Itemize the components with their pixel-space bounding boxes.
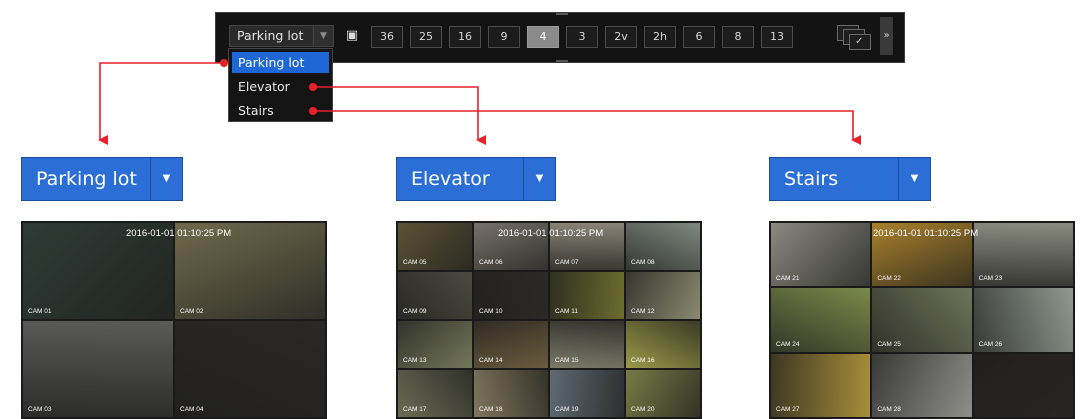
camera-name-label: CAM 11 bbox=[555, 308, 578, 315]
camera-group-select[interactable]: Parking lot ▼ bbox=[229, 25, 334, 47]
camera-tile[interactable]: CAM 03 bbox=[23, 321, 173, 417]
chevron-down-icon[interactable]: ▼ bbox=[150, 158, 182, 200]
camera-tile[interactable]: CAM 13 bbox=[398, 321, 472, 368]
camera-name-label: CAM 10 bbox=[479, 308, 503, 315]
camera-name-label: CAM 17 bbox=[403, 406, 427, 413]
camera-name-label: CAM 09 bbox=[403, 308, 427, 315]
camera-name-label: CAM 03 bbox=[28, 406, 52, 413]
camera-tile[interactable]: CAM 08 bbox=[626, 223, 700, 270]
split-button-25[interactable]: 25 bbox=[410, 26, 442, 48]
camera-grid-elevator: CAM 05 CAM 06 CAM 07 CAM 08 CAM 09 CAM 10 CAM … bbox=[396, 221, 702, 419]
group-label-text: Elevator bbox=[411, 168, 490, 190]
split-button-2v[interactable]: 2v bbox=[605, 26, 637, 48]
split-mode-icon[interactable]: ✓ bbox=[837, 25, 875, 51]
camera-name-label: CAM 06 bbox=[479, 259, 503, 266]
camera-name-label: CAM 21 bbox=[776, 275, 800, 283]
camera-name-label: CAM 08 bbox=[631, 259, 655, 266]
group-select-parking-lot[interactable]: Parking lot ▼ bbox=[21, 157, 183, 201]
camera-name-label: CAM 14 bbox=[479, 357, 503, 364]
camera-name-label: CAM 25 bbox=[877, 340, 901, 348]
camera-name-label: CAM 23 bbox=[978, 275, 1003, 283]
group-label-text: Stairs bbox=[784, 168, 839, 190]
camera-tile[interactable]: CAM 11 bbox=[550, 272, 624, 319]
split-button-3[interactable]: 3 bbox=[566, 26, 598, 48]
dropdown-option-stairs[interactable]: Stairs bbox=[232, 100, 329, 121]
camera-tile[interactable]: CAM 28 bbox=[872, 353, 972, 417]
camera-name-label: CAM 18 bbox=[479, 406, 503, 413]
sequence-icon[interactable]: ▣ bbox=[344, 27, 360, 45]
camera-tile[interactable]: CAM 16 bbox=[626, 321, 700, 368]
camera-name-label: CAM 13 bbox=[403, 357, 427, 364]
split-button-16[interactable]: 16 bbox=[449, 26, 481, 48]
camera-name-label: CAM 04 bbox=[180, 406, 204, 413]
camera-name-label: CAM 12 bbox=[631, 308, 655, 315]
camera-tile[interactable]: CAM 20 bbox=[626, 370, 700, 417]
camera-tile[interactable]: CAM 04 bbox=[175, 321, 325, 417]
camera-name-label: CAM 27 bbox=[776, 405, 800, 413]
camera-tile[interactable]: CAM 27 bbox=[771, 353, 871, 417]
camera-tile[interactable] bbox=[973, 353, 1073, 417]
split-button-36[interactable]: 36 bbox=[371, 26, 403, 48]
camera-tile[interactable]: CAM 24 bbox=[771, 288, 871, 352]
camera-name-label: CAM 07 bbox=[555, 259, 579, 266]
next-page-button[interactable]: » bbox=[880, 17, 893, 55]
split-button-9[interactable]: 9 bbox=[488, 26, 520, 48]
chevron-down-icon[interactable]: ▼ bbox=[313, 26, 333, 46]
camera-tile[interactable]: CAM 21 bbox=[771, 223, 871, 287]
chevron-down-icon[interactable]: ▼ bbox=[523, 158, 555, 200]
camera-tile[interactable]: CAM 10 bbox=[474, 272, 548, 319]
dropdown-option-parking-lot[interactable]: Parking lot bbox=[232, 52, 329, 73]
split-button-13[interactable]: 13 bbox=[761, 26, 793, 48]
camera-grid-stairs: CAM 21 CAM 22 CAM 23 CAM 24 CAM 25 CAM 26 CAM … bbox=[769, 221, 1075, 419]
camera-tile[interactable]: CAM 23 bbox=[973, 223, 1073, 287]
grid-timestamp: 2016-01-01 01:10:25 PM bbox=[126, 228, 232, 239]
chevron-down-icon[interactable]: ▼ bbox=[898, 158, 930, 200]
camera-name-label: CAM 22 bbox=[877, 275, 901, 283]
camera-name-label: CAM 19 bbox=[555, 406, 579, 413]
dropdown-option-elevator[interactable]: Elevator bbox=[232, 76, 329, 97]
grid-timestamp: 2016-01-01 01:10:25 PM bbox=[498, 228, 604, 239]
camera-tile[interactable]: CAM 17 bbox=[398, 370, 472, 417]
camera-tile[interactable]: CAM 19 bbox=[550, 370, 624, 417]
split-button-2h[interactable]: 2h bbox=[644, 26, 676, 48]
camera-name-label: CAM 26 bbox=[978, 340, 1003, 348]
camera-grid-parking-lot: CAM 01 CAM 02 CAM 03 CAM 04 2016-01-01 01:10… bbox=[21, 221, 327, 419]
grid-timestamp: 2016-01-01 01:10:25 PM bbox=[873, 228, 979, 239]
camera-name-label: CAM 28 bbox=[877, 405, 901, 413]
toolbar-divider bbox=[556, 60, 568, 62]
group-select-stairs[interactable]: Stairs ▼ bbox=[769, 157, 931, 201]
split-button-6[interactable]: 6 bbox=[683, 26, 715, 48]
camera-name-label: CAM 15 bbox=[555, 357, 579, 364]
split-button-8[interactable]: 8 bbox=[722, 26, 754, 48]
camera-name-label: CAM 01 bbox=[28, 308, 52, 315]
camera-group-dropdown: Parking lot Elevator Stairs bbox=[228, 48, 333, 122]
camera-tile[interactable]: CAM 18 bbox=[474, 370, 548, 417]
camera-group-select-value: Parking lot bbox=[237, 28, 304, 43]
camera-name-label: CAM 05 bbox=[403, 259, 427, 266]
camera-tile[interactable]: CAM 14 bbox=[474, 321, 548, 368]
camera-tile[interactable]: CAM 25 bbox=[872, 288, 972, 352]
camera-tile[interactable]: CAM 12 bbox=[626, 272, 700, 319]
camera-tile[interactable]: CAM 05 bbox=[398, 223, 472, 270]
camera-tile[interactable]: CAM 09 bbox=[398, 272, 472, 319]
toolbar-divider bbox=[556, 13, 568, 15]
camera-tile[interactable]: CAM 15 bbox=[550, 321, 624, 368]
camera-name-label: CAM 20 bbox=[631, 406, 655, 413]
camera-name-label: CAM 02 bbox=[180, 308, 204, 315]
camera-tile[interactable]: CAM 26 bbox=[973, 288, 1073, 352]
group-label-text: Parking lot bbox=[36, 168, 137, 190]
camera-name-label: CAM 24 bbox=[776, 340, 800, 348]
split-button-4[interactable]: 4 bbox=[527, 26, 559, 48]
camera-name-label: CAM 16 bbox=[631, 357, 655, 364]
group-select-elevator[interactable]: Elevator ▼ bbox=[396, 157, 556, 201]
